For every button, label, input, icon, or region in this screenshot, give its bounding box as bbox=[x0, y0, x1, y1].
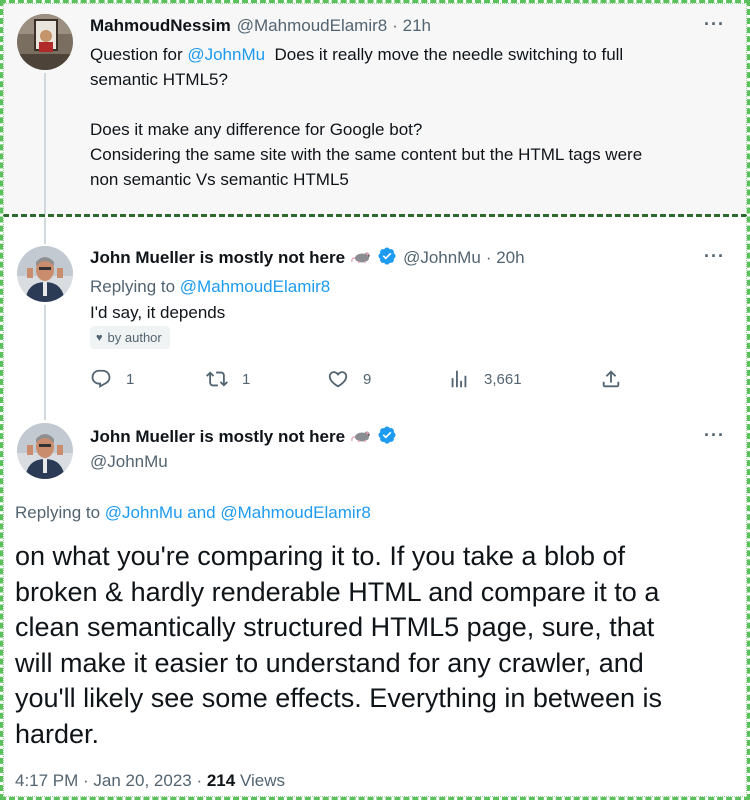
text-line: harder. bbox=[15, 718, 100, 749]
text-line: Considering the same site with the same … bbox=[90, 145, 643, 164]
reply-button[interactable]: 1 bbox=[90, 364, 134, 394]
reply-icon bbox=[91, 369, 111, 388]
by-author-badge: ♥ by author bbox=[90, 326, 170, 349]
retweet-count: 1 bbox=[242, 370, 251, 388]
author-name[interactable]: John Mueller is mostly not here bbox=[90, 427, 345, 447]
views-label: Views bbox=[235, 771, 285, 790]
retweet-icon bbox=[206, 371, 228, 387]
text-line: on what you're comparing it to. If you t… bbox=[15, 541, 626, 571]
rat-emoji-icon bbox=[351, 428, 373, 447]
text-line: non semantic Vs semantic HTML5 bbox=[90, 170, 349, 189]
view-count: 3,661 bbox=[484, 370, 522, 388]
share-button[interactable] bbox=[600, 364, 636, 394]
text-segment: Does it really move the needle switching… bbox=[265, 45, 624, 64]
text-line: semantic HTML5? bbox=[90, 70, 228, 89]
tweet-text: I'd say, it depends bbox=[90, 303, 226, 322]
text-line: broken & hardly renderable HTML and comp… bbox=[15, 576, 660, 607]
badge-label: by author bbox=[107, 330, 162, 345]
timestamp[interactable]: · 20h bbox=[486, 248, 525, 268]
like-button[interactable]: 9 bbox=[327, 364, 371, 394]
more-icon[interactable]: ··· bbox=[704, 246, 725, 267]
text-segment: Question for bbox=[90, 45, 188, 64]
author-handle[interactable]: @JohnMu bbox=[90, 452, 168, 472]
avatar[interactable] bbox=[17, 423, 73, 479]
tweet-date[interactable]: 4:17 PM · Jan 20, 2023 · bbox=[15, 771, 207, 790]
thread-line bbox=[44, 73, 46, 214]
thread-line bbox=[44, 218, 46, 244]
text-line: will make it easier to understand for an… bbox=[15, 647, 644, 678]
heart-icon: ♥ bbox=[96, 331, 103, 344]
verified-icon[interactable] bbox=[377, 246, 397, 271]
reply-count: 1 bbox=[126, 370, 135, 388]
thread-line bbox=[44, 305, 46, 420]
author-handle[interactable]: @JohnMu bbox=[403, 248, 481, 268]
mention-link[interactable]: @MahmoudElamir8 bbox=[180, 277, 330, 297]
author-handle[interactable]: @MahmoudElamir8 bbox=[237, 16, 387, 36]
divider bbox=[3, 214, 747, 218]
more-icon[interactable]: ··· bbox=[704, 14, 725, 35]
text-line: you'll likely see some effects. Everythi… bbox=[15, 683, 662, 713]
text-line: clean semantically structured HTML5 page… bbox=[15, 612, 655, 642]
avatar[interactable] bbox=[17, 246, 73, 302]
view-count: 214 bbox=[206, 771, 236, 790]
tweet-text: Question for @JohnMu Does it really move… bbox=[90, 42, 730, 192]
views-button[interactable]: 3,661 bbox=[448, 364, 522, 394]
replying-label: Replying to bbox=[90, 277, 180, 296]
views-icon bbox=[451, 370, 467, 388]
mention-link[interactable]: @JohnMu bbox=[187, 45, 265, 64]
rat-emoji-icon bbox=[351, 249, 373, 268]
timestamp[interactable]: · 21h bbox=[392, 16, 431, 36]
author-name[interactable]: MahmoudNessim bbox=[90, 16, 231, 36]
share-icon bbox=[602, 370, 620, 388]
like-count: 9 bbox=[363, 370, 372, 388]
verified-icon[interactable] bbox=[377, 425, 397, 450]
tweet-meta: 4:17 PM · Jan 20, 2023 · 214 Views bbox=[15, 771, 285, 791]
like-icon bbox=[328, 371, 348, 388]
more-icon[interactable]: ··· bbox=[704, 425, 725, 446]
action-bar: 1 1 9 3,661 bbox=[90, 364, 630, 394]
replying-label: Replying to bbox=[15, 503, 105, 522]
retweet-button[interactable]: 1 bbox=[206, 364, 250, 394]
avatar[interactable] bbox=[17, 14, 73, 70]
text-line: Does it make any difference for Google b… bbox=[90, 120, 423, 139]
mention-link[interactable]: @JohnMu and @MahmoudElamir8 bbox=[105, 503, 371, 523]
author-name[interactable]: John Mueller is mostly not here bbox=[90, 248, 345, 268]
tweet-text: on what you're comparing it to. If you t… bbox=[15, 539, 735, 752]
